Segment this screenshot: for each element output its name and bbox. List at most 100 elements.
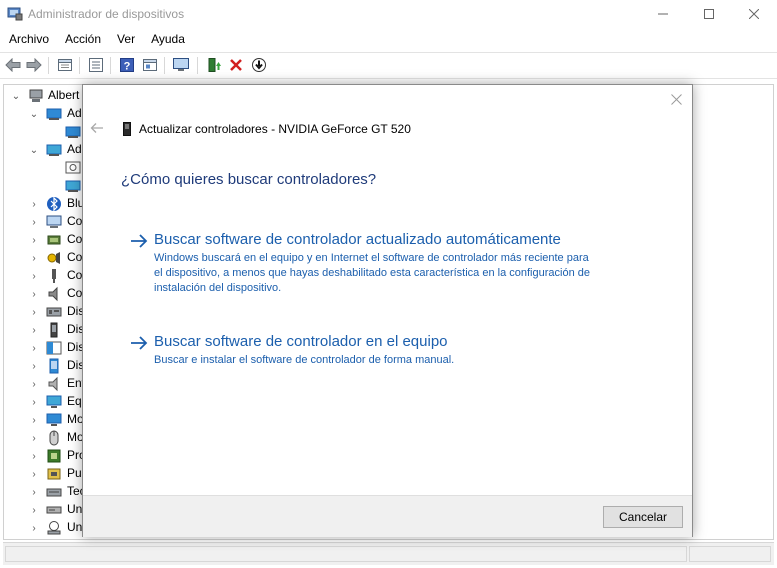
back-arrow-icon	[5, 58, 21, 72]
properties-button[interactable]	[56, 56, 74, 74]
chevron-down-icon[interactable]: ⌄	[29, 109, 39, 120]
window-title: Administrador de dispositivos	[28, 7, 185, 21]
device-manager-icon	[7, 7, 23, 21]
tree-item-label[interactable]: Un	[67, 520, 82, 534]
chevron-right-icon[interactable]: ›	[29, 397, 39, 408]
chevron-right-icon[interactable]: ›	[29, 271, 39, 282]
toolbar-separator	[79, 57, 80, 74]
display-adapter-icon[interactable]	[65, 124, 81, 140]
tree-item-label[interactable]: Co	[67, 232, 82, 246]
forward-arrow-icon	[26, 58, 42, 72]
dialog-footer: Cancelar	[83, 495, 692, 537]
chevron-right-icon[interactable]: ›	[29, 469, 39, 480]
chevron-right-icon[interactable]: ›	[29, 523, 39, 534]
port-icon	[47, 468, 61, 480]
tree-item-label[interactable]: Co	[67, 268, 82, 282]
device-icon	[49, 358, 59, 374]
chevron-right-icon[interactable]: ›	[29, 487, 39, 498]
browse-computer-option[interactable]: Buscar software de controlador en el equ…	[121, 333, 595, 393]
tree-root-label[interactable]: Albert	[48, 88, 79, 102]
status-segment	[689, 546, 771, 562]
chevron-right-icon[interactable]: ›	[29, 361, 39, 372]
storage-icon	[47, 521, 61, 535]
mouse-icon	[49, 430, 59, 446]
chevron-right-icon[interactable]: ›	[29, 307, 39, 318]
option-title[interactable]: Buscar software de controlador en el equ…	[154, 333, 448, 350]
cancel-button[interactable]: Cancelar	[603, 506, 683, 528]
chevron-right-icon[interactable]: ›	[29, 235, 39, 246]
back-button[interactable]	[4, 56, 22, 74]
chevron-right-icon[interactable]: ›	[29, 433, 39, 444]
update-driver-dialog: Actualizar controladores - NVIDIA GeForc…	[82, 84, 693, 537]
tree-item-label[interactable]: Pu	[67, 466, 82, 480]
chevron-right-icon[interactable]: ›	[29, 289, 39, 300]
update-driver-button[interactable]	[205, 56, 223, 74]
close-icon	[749, 9, 759, 19]
portable-device-icon	[50, 322, 58, 338]
menu-accion[interactable]: Acción	[57, 30, 109, 50]
close-icon	[670, 93, 682, 105]
speaker-icon	[48, 376, 58, 392]
back-arrow-icon	[90, 123, 103, 133]
tree-item-label[interactable]: Ad	[67, 142, 82, 156]
chevron-right-icon[interactable]: ›	[29, 415, 39, 426]
option-description: Buscar e instalar el software de control…	[154, 354, 455, 366]
controller-icon	[47, 235, 61, 245]
chevron-right-icon[interactable]: ›	[29, 325, 39, 336]
chevron-right-icon[interactable]: ›	[29, 451, 39, 462]
dialog-back-button[interactable]	[89, 121, 105, 135]
tree-item-label[interactable]: Co	[67, 214, 82, 228]
arrow-right-icon	[131, 234, 148, 248]
search-automatically-option[interactable]: Buscar software de controlador actualiza…	[121, 231, 595, 301]
properties-icon	[58, 59, 72, 71]
tree-item-label[interactable]: Ad	[67, 106, 82, 120]
close-button[interactable]	[731, 0, 777, 28]
computer-list-button[interactable]	[87, 56, 105, 74]
computer-icon	[46, 215, 62, 228]
chevron-right-icon[interactable]: ›	[29, 199, 39, 210]
option-title[interactable]: Buscar software de controlador actualiza…	[154, 231, 561, 248]
maximize-icon	[704, 9, 714, 19]
display-adapter-icon	[46, 108, 62, 120]
network-adapter-icon[interactable]	[65, 178, 81, 194]
disk-drive-icon	[46, 307, 62, 317]
forward-button[interactable]	[25, 56, 43, 74]
toolbar: ?	[0, 52, 777, 79]
menu-archivo[interactable]: Archivo	[0, 30, 57, 50]
view-icon	[143, 59, 157, 71]
maximize-button[interactable]	[686, 0, 732, 28]
menu-ver[interactable]: Ver	[109, 30, 143, 50]
chevron-right-icon[interactable]: ›	[29, 505, 39, 516]
hid-device-icon	[46, 341, 62, 355]
chevron-down-icon[interactable]: ⌄	[29, 145, 39, 156]
disable-button[interactable]	[250, 56, 268, 74]
chevron-right-icon[interactable]: ›	[29, 253, 39, 264]
tree-item-label[interactable]: Co	[67, 250, 82, 264]
dialog-close-button[interactable]	[668, 91, 684, 107]
network-adapter-icon[interactable]	[65, 160, 81, 176]
computer-list-icon	[89, 58, 103, 72]
uninstall-button[interactable]	[227, 56, 245, 74]
status-segment	[5, 546, 687, 562]
monitor-icon	[173, 58, 189, 71]
help-button[interactable]: ?	[118, 56, 136, 74]
chevron-right-icon[interactable]: ›	[29, 379, 39, 390]
toolbar-separator	[164, 57, 165, 74]
display-icon	[46, 413, 62, 426]
audio-input-icon	[48, 286, 58, 302]
tree-item-label[interactable]: Eq	[67, 394, 82, 408]
tree-item-label[interactable]: Co	[67, 286, 82, 300]
graphics-card-icon	[123, 122, 131, 136]
minimize-button[interactable]	[640, 0, 686, 28]
chevron-right-icon[interactable]: ›	[29, 217, 39, 228]
scan-hardware-button[interactable]	[172, 56, 190, 74]
chevron-right-icon[interactable]: ›	[29, 343, 39, 354]
title-bar: Administrador de dispositivos	[0, 0, 777, 28]
chevron-down-icon[interactable]: ⌄	[11, 91, 21, 102]
tree-item-label[interactable]: Un	[67, 502, 82, 516]
view-button[interactable]	[141, 56, 159, 74]
network-adapter-icon	[46, 144, 62, 156]
menu-ayuda[interactable]: Ayuda	[143, 30, 193, 50]
uninstall-icon	[230, 59, 242, 71]
usb-controller-icon	[52, 269, 56, 283]
